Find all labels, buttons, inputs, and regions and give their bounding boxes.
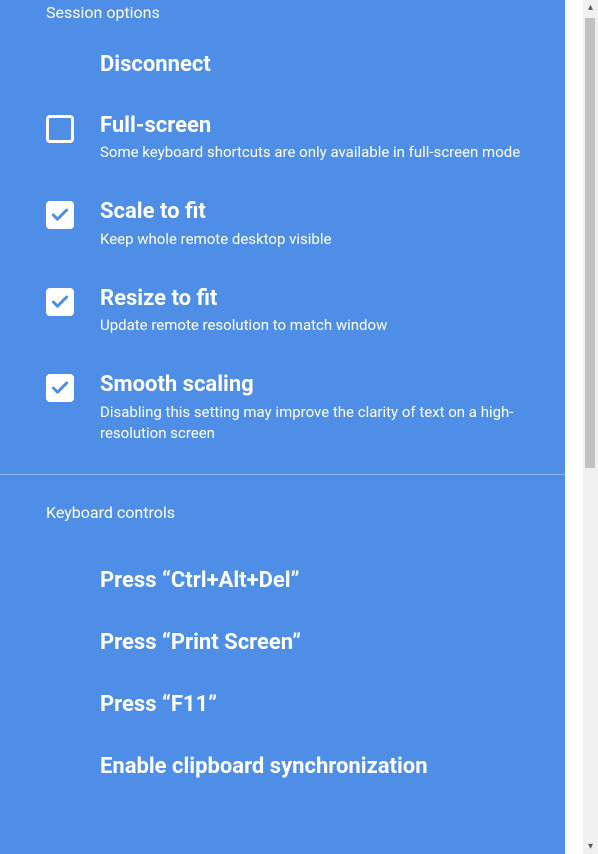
panel-gap: [565, 0, 583, 854]
resize-checkbox[interactable]: [46, 288, 74, 316]
check-icon: [50, 292, 70, 312]
options-panel: Session options Disconnect Full-screen S…: [0, 0, 565, 854]
scrollbar-thumb[interactable]: [585, 18, 595, 468]
enable-clipboard-sync-button[interactable]: Enable clipboard synchronization: [0, 736, 565, 798]
scale-label: Scale to fit: [100, 199, 545, 228]
check-icon: [50, 378, 70, 398]
clipboard-label: Enable clipboard synchronization: [100, 754, 428, 779]
resize-to-fit-option[interactable]: Resize to fit Update remote resolution t…: [0, 286, 565, 372]
keyboard-controls-header: Keyboard controls: [0, 475, 565, 550]
resize-label: Resize to fit: [100, 286, 545, 315]
scale-to-fit-option[interactable]: Scale to fit Keep whole remote desktop v…: [0, 199, 565, 285]
scrollbar-track[interactable]: ▴ ▾: [583, 0, 598, 854]
disconnect-label: Disconnect: [100, 52, 211, 77]
fullscreen-desc: Some keyboard shortcuts are only availab…: [100, 142, 545, 163]
fullscreen-option[interactable]: Full-screen Some keyboard shortcuts are …: [0, 113, 565, 199]
smooth-scaling-option[interactable]: Smooth scaling Disabling this setting ma…: [0, 372, 565, 473]
disconnect-button[interactable]: Disconnect: [0, 44, 565, 113]
fullscreen-checkbox[interactable]: [46, 115, 74, 143]
keyboard-controls-section: Keyboard controls Press “Ctrl+Alt+Del” P…: [0, 475, 565, 798]
scale-desc: Keep whole remote desktop visible: [100, 229, 545, 250]
f11-label: Press “F11”: [100, 692, 217, 717]
ctrl-alt-del-label: Press “Ctrl+Alt+Del”: [100, 568, 300, 593]
scroll-down-arrow-icon[interactable]: ▾: [583, 839, 598, 854]
press-print-screen-button[interactable]: Press “Print Screen”: [0, 612, 565, 674]
fullscreen-label: Full-screen: [100, 113, 545, 142]
press-ctrl-alt-del-button[interactable]: Press “Ctrl+Alt+Del”: [0, 550, 565, 612]
session-options-header: Session options: [0, 0, 565, 44]
smooth-desc: Disabling this setting may improve the c…: [100, 402, 545, 444]
check-icon: [50, 205, 70, 225]
press-f11-button[interactable]: Press “F11”: [0, 674, 565, 736]
resize-desc: Update remote resolution to match window: [100, 315, 545, 336]
scale-checkbox[interactable]: [46, 201, 74, 229]
smooth-checkbox[interactable]: [46, 374, 74, 402]
print-screen-label: Press “Print Screen”: [100, 630, 301, 655]
scroll-up-arrow-icon[interactable]: ▴: [583, 0, 598, 15]
session-options-section: Session options Disconnect Full-screen S…: [0, 0, 565, 474]
smooth-label: Smooth scaling: [100, 372, 545, 401]
